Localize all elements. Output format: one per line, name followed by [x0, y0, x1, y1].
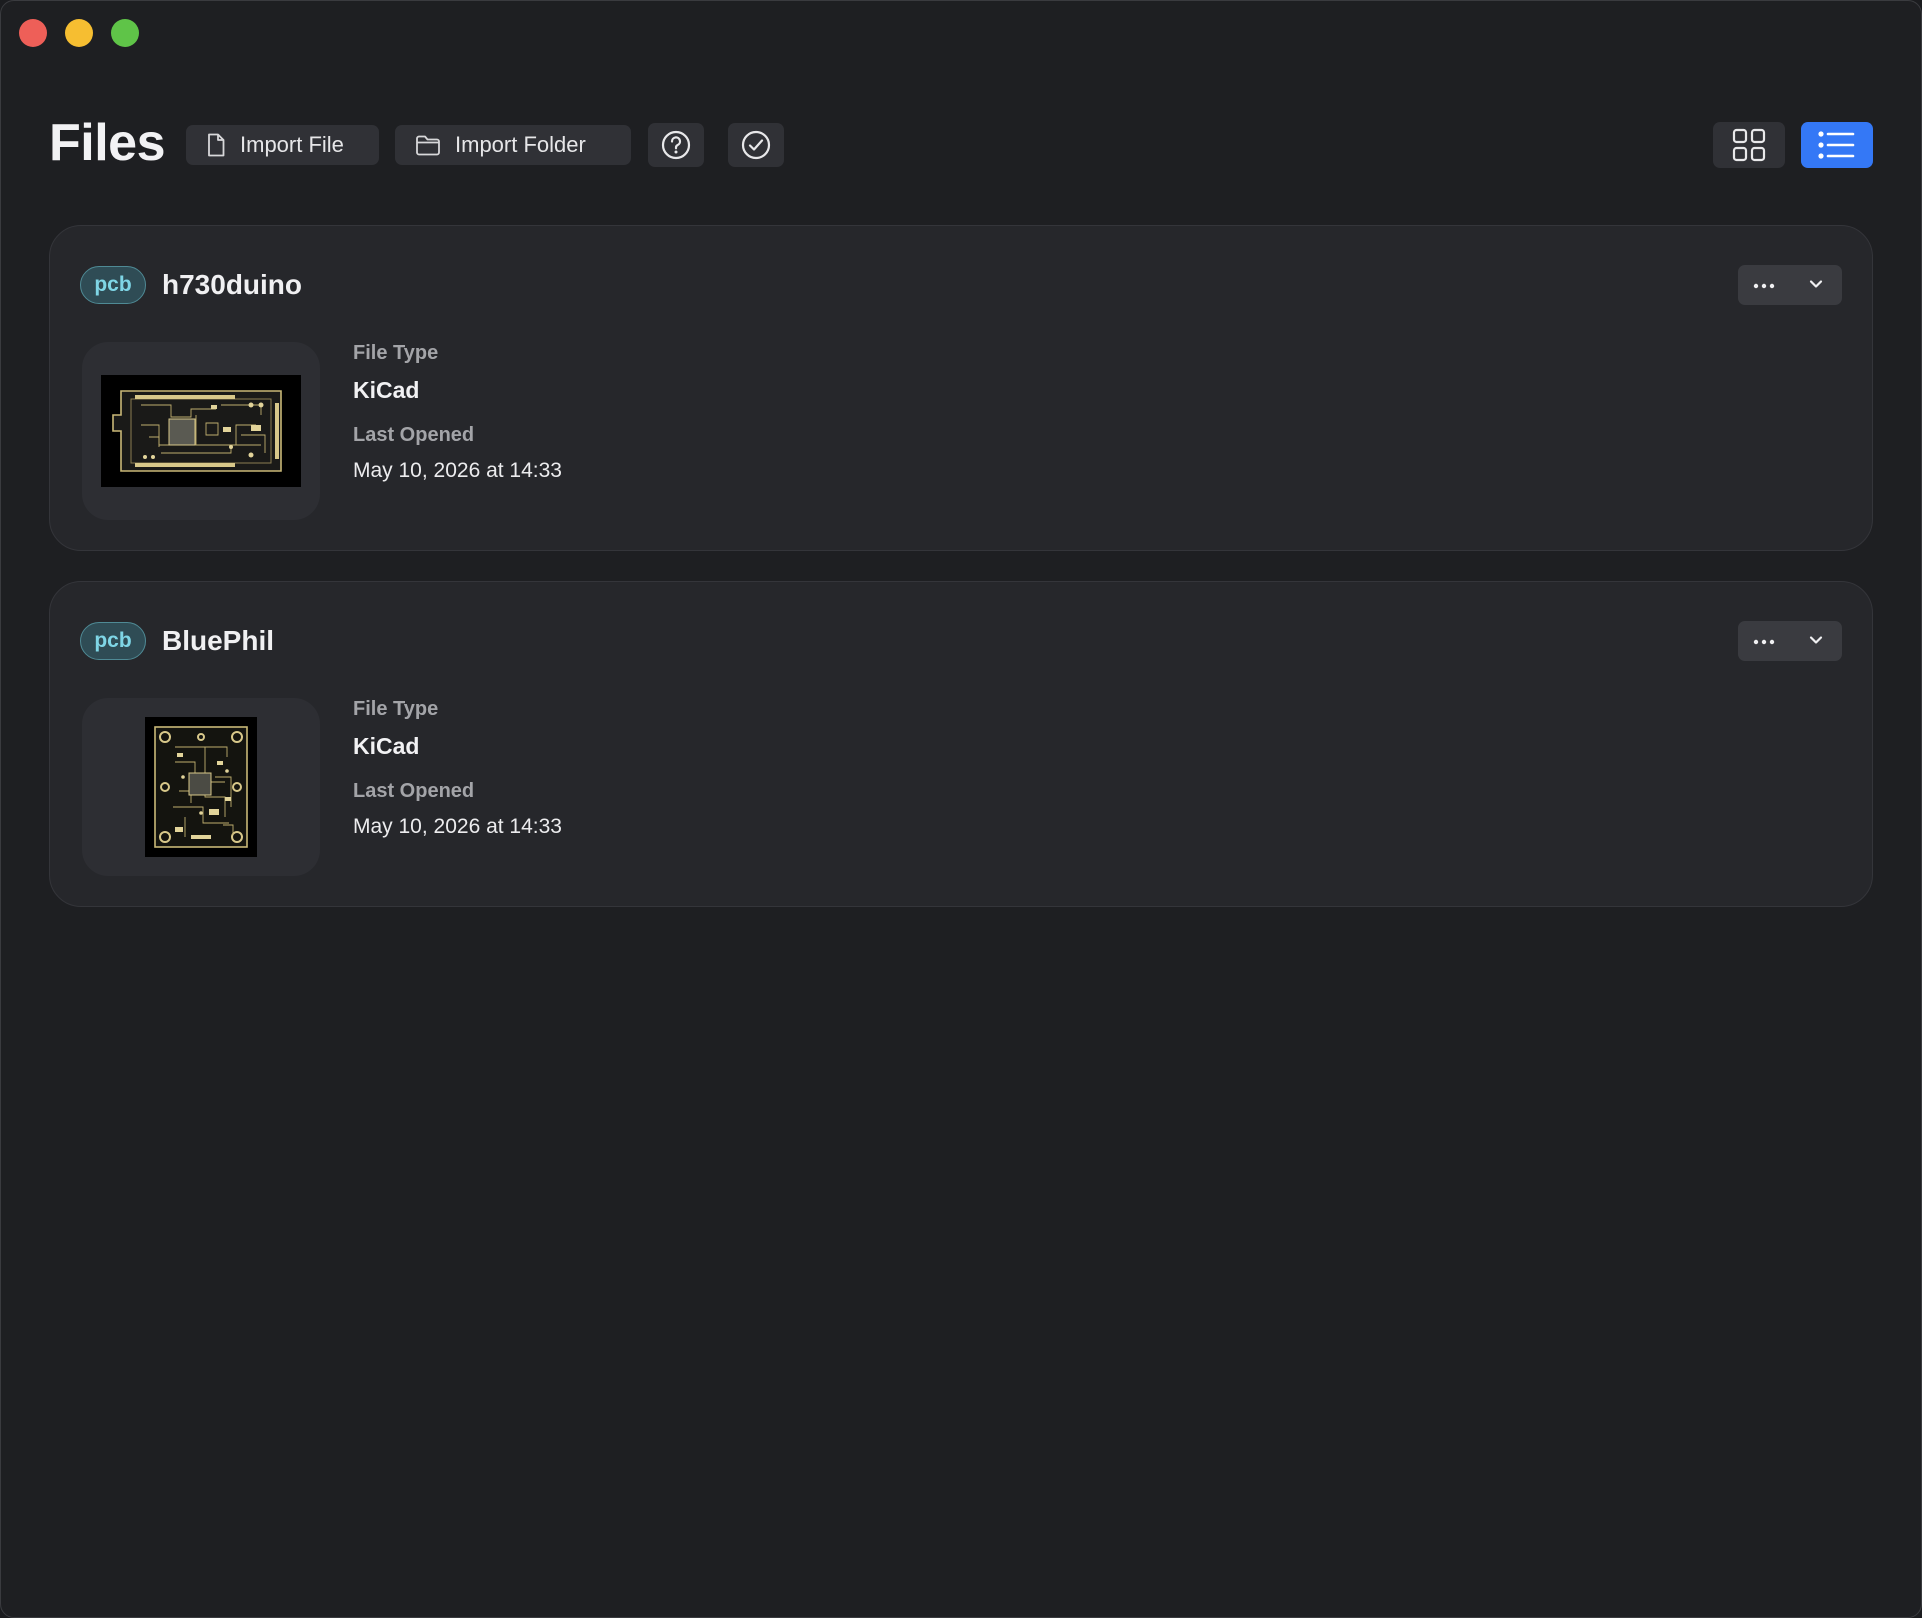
grid-view-button[interactable]	[1713, 122, 1785, 168]
ellipsis-icon	[1753, 276, 1775, 294]
checkmark-circle-icon	[740, 129, 772, 161]
file-name: BluePhil	[162, 625, 275, 656]
window-controls	[19, 19, 139, 47]
expand-button[interactable]	[1790, 621, 1842, 661]
file-meta: File Type KiCad Last Opened May 10, 2026…	[353, 698, 562, 839]
document-icon	[206, 133, 226, 157]
maximize-window-button[interactable]	[111, 19, 139, 47]
folder-icon	[415, 134, 441, 156]
file-type-badge: pcb	[80, 266, 146, 304]
file-name: h730duino	[162, 269, 303, 300]
minimize-window-button[interactable]	[65, 19, 93, 47]
last-opened-label: Last Opened	[353, 424, 475, 446]
file-type-value: KiCad	[353, 377, 420, 403]
check-button[interactable]	[728, 123, 784, 167]
file-type-label: File Type	[353, 698, 439, 720]
file-card[interactable]: pcb h730duino File Type KiCad Last Opene…	[49, 225, 1873, 551]
last-opened-value: May 10, 2026 at 14:33	[353, 459, 562, 482]
close-window-button[interactable]	[19, 19, 47, 47]
import-folder-label: Import Folder	[455, 132, 586, 157]
more-options-button[interactable]	[1738, 621, 1790, 661]
file-thumbnail[interactable]	[82, 342, 320, 520]
import-folder-button[interactable]: Import Folder	[395, 125, 631, 165]
last-opened-label: Last Opened	[353, 780, 475, 802]
ellipsis-icon	[1753, 632, 1775, 650]
file-type-value: KiCad	[353, 733, 420, 759]
chevron-down-icon	[1809, 632, 1823, 650]
pcb-board-square-thumbnail	[145, 717, 257, 857]
last-opened-value: May 10, 2026 at 14:33	[353, 815, 562, 838]
page-title: Files	[49, 114, 166, 172]
toolbar: Files Import File Import Folder	[49, 114, 1873, 172]
import-file-label: Import File	[240, 132, 344, 157]
list-view-button[interactable]	[1801, 122, 1873, 168]
app-window: Files Import File Import Folder pcb h730…	[0, 0, 1922, 1618]
file-actions-group	[1738, 621, 1842, 661]
file-meta: File Type KiCad Last Opened May 10, 2026…	[353, 342, 562, 483]
expand-button[interactable]	[1790, 265, 1842, 305]
chevron-down-icon	[1809, 276, 1823, 294]
file-actions-group	[1738, 265, 1842, 305]
question-circle-icon	[660, 129, 692, 161]
file-thumbnail[interactable]	[82, 698, 320, 876]
import-file-button[interactable]: Import File	[186, 125, 379, 165]
file-card[interactable]: pcb BluePhil File Type KiCad Last Opened…	[49, 581, 1873, 907]
grid-view-icon	[1731, 127, 1767, 163]
list-view-icon	[1818, 130, 1856, 160]
help-button[interactable]	[648, 123, 704, 167]
file-type-label: File Type	[353, 342, 439, 364]
more-options-button[interactable]	[1738, 265, 1790, 305]
pcb-board-wide-thumbnail	[101, 375, 301, 487]
file-type-badge: pcb	[80, 622, 146, 660]
